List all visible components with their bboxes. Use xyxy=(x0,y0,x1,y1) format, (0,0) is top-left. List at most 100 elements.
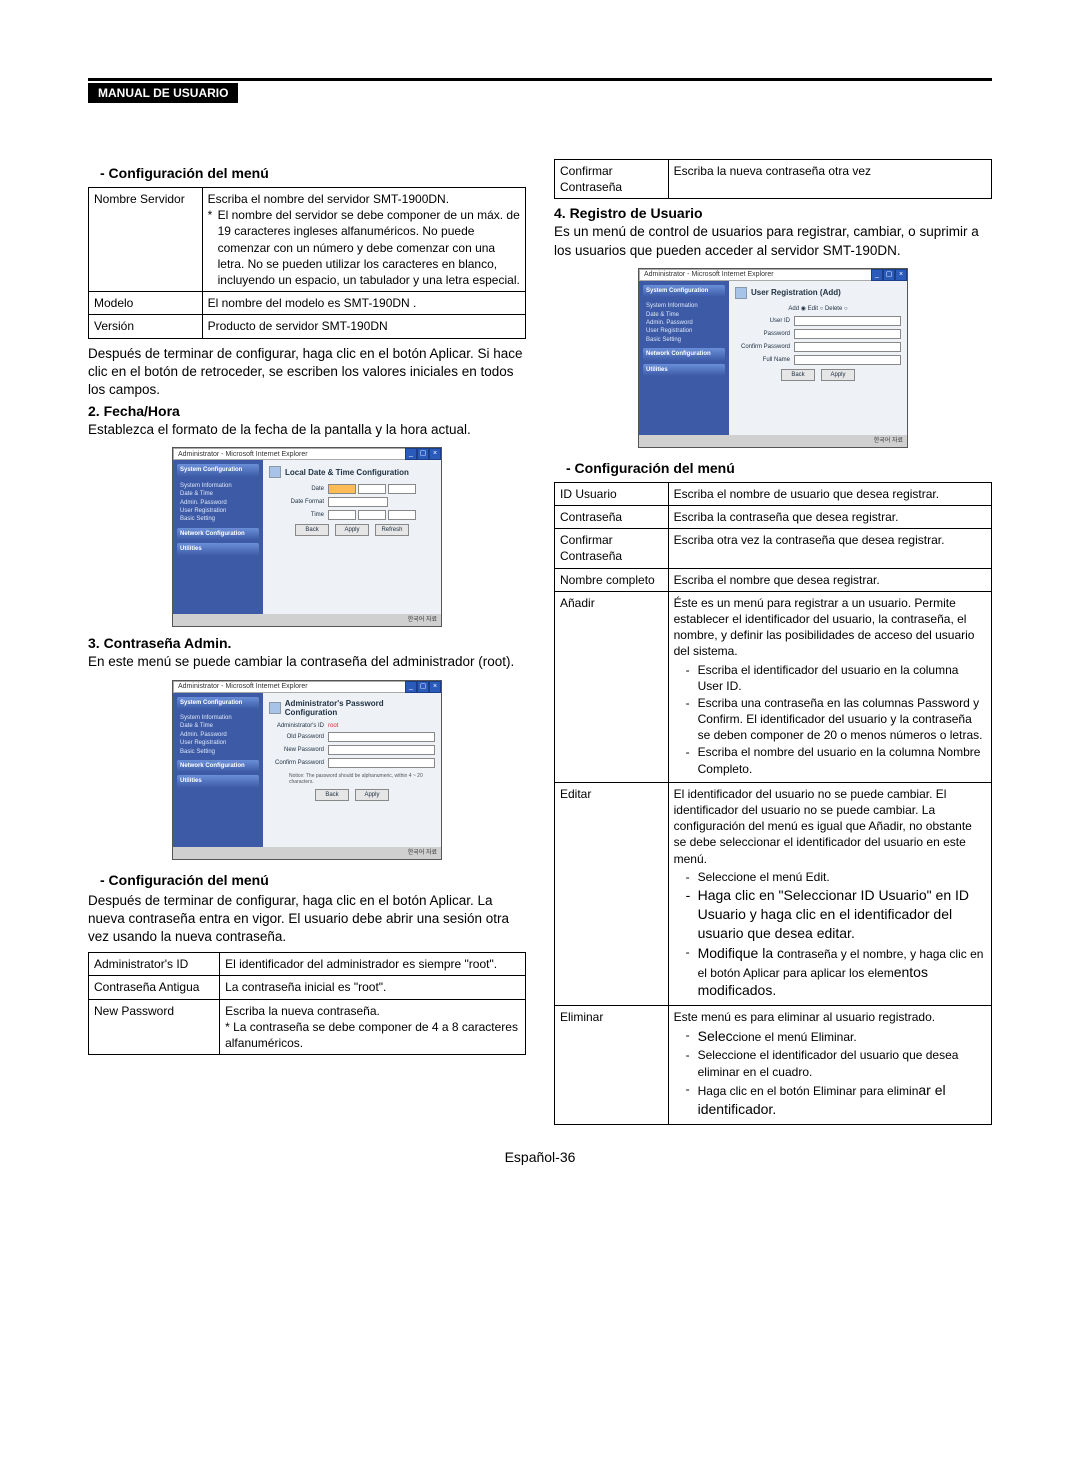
refresh-button[interactable]: Refresh xyxy=(375,524,409,536)
input[interactable] xyxy=(794,355,901,365)
cell-key: Administrator's ID xyxy=(89,953,220,976)
side-group: System Configuration xyxy=(643,285,725,297)
select[interactable] xyxy=(328,510,356,520)
section-4-title: 4. Registro de Usuario xyxy=(554,205,992,221)
cell-key: Añadir xyxy=(555,591,669,782)
table-confirm-password: Confirmar Contraseña Escriba la nueva co… xyxy=(554,159,992,199)
value: root xyxy=(328,723,338,729)
select[interactable] xyxy=(358,510,386,520)
page-icon xyxy=(269,466,281,478)
input[interactable] xyxy=(328,497,388,507)
cell-intro: Este menú es para eliminar al usuario re… xyxy=(674,1009,986,1025)
radio-row[interactable]: Add ◉ Edit ○ Delete ○ xyxy=(735,305,901,312)
label: Date Format xyxy=(269,499,324,505)
select[interactable] xyxy=(328,484,356,494)
cell-value: El identificador del administrador es si… xyxy=(220,953,526,976)
back-button[interactable]: Back xyxy=(315,789,349,801)
input[interactable] xyxy=(794,342,901,352)
cell-intro: Éste es un menú para registrar a un usua… xyxy=(674,595,986,660)
side-group: Utilities xyxy=(643,364,725,376)
input[interactable] xyxy=(328,758,435,768)
list-item: Seleccione el menú Eliminar.Seleccione e… xyxy=(688,1027,986,1046)
cell-key: Confirmar Contraseña xyxy=(555,529,669,568)
section-3-title: 3. Contraseña Admin. xyxy=(88,635,526,651)
ss-status-bar: 한국어 자료 xyxy=(639,435,907,447)
page-icon xyxy=(269,702,281,714)
side-group: System Configuration xyxy=(177,464,259,476)
list-item: Haga clic en el botón Eliminar para elim… xyxy=(688,1081,986,1119)
side-items: System Information Date & Time Admin. Pa… xyxy=(177,712,259,760)
ss-heading: User Registration (Add) xyxy=(751,288,841,297)
list-item: Escriba el identificador del usuario en … xyxy=(688,662,986,694)
cell-value: Escriba otra vez la contraseña que desea… xyxy=(668,529,991,568)
ss-status-bar: 한국어 자료 xyxy=(173,614,441,626)
select[interactable] xyxy=(358,484,386,494)
cell-key: Confirmar Contraseña xyxy=(555,160,669,199)
side-group: System Configuration xyxy=(177,697,259,709)
input[interactable] xyxy=(328,732,435,742)
cell-value: Escriba la contraseña que desea registra… xyxy=(668,506,991,529)
window-controls: _▢× xyxy=(405,448,441,460)
screenshot-admin-password: Administrator - Microsoft Internet Explo… xyxy=(172,680,442,860)
side-group: Utilities xyxy=(177,775,259,787)
select[interactable] xyxy=(388,484,416,494)
input[interactable] xyxy=(794,316,901,326)
back-button[interactable]: Back xyxy=(781,369,815,381)
input[interactable] xyxy=(328,745,435,755)
cell-value: Producto de servidor SMT-190DN xyxy=(202,315,525,338)
cell-key: Modelo xyxy=(89,292,203,315)
cell-value: El nombre del modelo es SMT-190DN . xyxy=(202,292,525,315)
table-admin-password: Administrator's ID El identificador del … xyxy=(88,952,526,1055)
paragraph: Después de terminar de configurar, haga … xyxy=(88,892,526,947)
cell-value: Escriba el nombre que desea registrar. xyxy=(668,568,991,591)
label: Password xyxy=(735,331,790,337)
window-controls: _▢× xyxy=(405,681,441,693)
label: Time xyxy=(269,512,324,518)
side-group: Network Configuration xyxy=(177,760,259,772)
notice: Notice: The password should be alphanume… xyxy=(269,771,435,787)
menu-config-heading-1: - Configuración del menú xyxy=(100,165,526,181)
cell-key: Nombre Servidor xyxy=(89,188,203,292)
asterisk-icon: * xyxy=(208,207,218,288)
cell-key: New Password xyxy=(89,999,220,1055)
side-items: System Information Date & Time Admin. Pa… xyxy=(643,300,725,348)
paragraph: Es un menú de control de usuarios para r… xyxy=(554,223,992,259)
cell-key: Nombre completo xyxy=(555,568,669,591)
side-items: System Information Date & Time Admin. Pa… xyxy=(177,480,259,528)
cell-value: Escriba el nombre del servidor SMT-1900D… xyxy=(202,188,525,292)
menu-config-heading-3: - Configuración del menú xyxy=(566,460,992,476)
cell-value: La contraseña inicial es "root". xyxy=(220,976,526,999)
cell-key: Versión xyxy=(89,315,203,338)
cell-key: Contraseña Antigua xyxy=(89,976,220,999)
apply-button[interactable]: Apply xyxy=(355,789,389,801)
input[interactable] xyxy=(794,329,901,339)
left-column: - Configuración del menú Nombre Servidor… xyxy=(88,153,526,1131)
side-group: Utilities xyxy=(177,543,259,555)
cell-value: Escriba la nueva contraseña otra vez xyxy=(668,160,991,199)
table-user-registration: ID Usuario Escriba el nombre de usuario … xyxy=(554,482,992,1125)
apply-button[interactable]: Apply xyxy=(335,524,369,536)
cell-line: Escriba el nombre del servidor SMT-1900D… xyxy=(208,191,520,207)
cell-value: Escriba la nueva contraseña. * La contra… xyxy=(220,999,526,1055)
menu-config-heading-2: - Configuración del menú xyxy=(100,872,526,888)
header-bar: MANUAL DE USUARIO xyxy=(88,83,238,103)
cell-key: ID Usuario xyxy=(555,482,669,505)
ss-heading: Local Date & Time Configuration xyxy=(285,468,409,477)
list-item: Escriba el nombre del usuario en la colu… xyxy=(688,744,986,776)
select[interactable] xyxy=(388,510,416,520)
label: Full Name xyxy=(735,357,790,363)
cell-value: Éste es un menú para registrar a un usua… xyxy=(668,591,991,782)
apply-button[interactable]: Apply xyxy=(821,369,855,381)
page-icon xyxy=(735,287,747,299)
side-group: Network Configuration xyxy=(643,348,725,360)
back-button[interactable]: Back xyxy=(295,524,329,536)
list-item: Seleccione el menú Edit. xyxy=(688,869,986,885)
cell-key: Contraseña xyxy=(555,506,669,529)
paragraph: Después de terminar de configurar, haga … xyxy=(88,345,526,400)
cell-key: Editar xyxy=(555,782,669,1005)
section-2-title: 2. Fecha/Hora xyxy=(88,403,526,419)
table-server-info: Nombre Servidor Escriba el nombre del se… xyxy=(88,187,526,339)
side-group: Network Configuration xyxy=(177,528,259,540)
paragraph: Establezca el formato de la fecha de la … xyxy=(88,421,526,439)
label: Confirm Password xyxy=(269,760,324,766)
